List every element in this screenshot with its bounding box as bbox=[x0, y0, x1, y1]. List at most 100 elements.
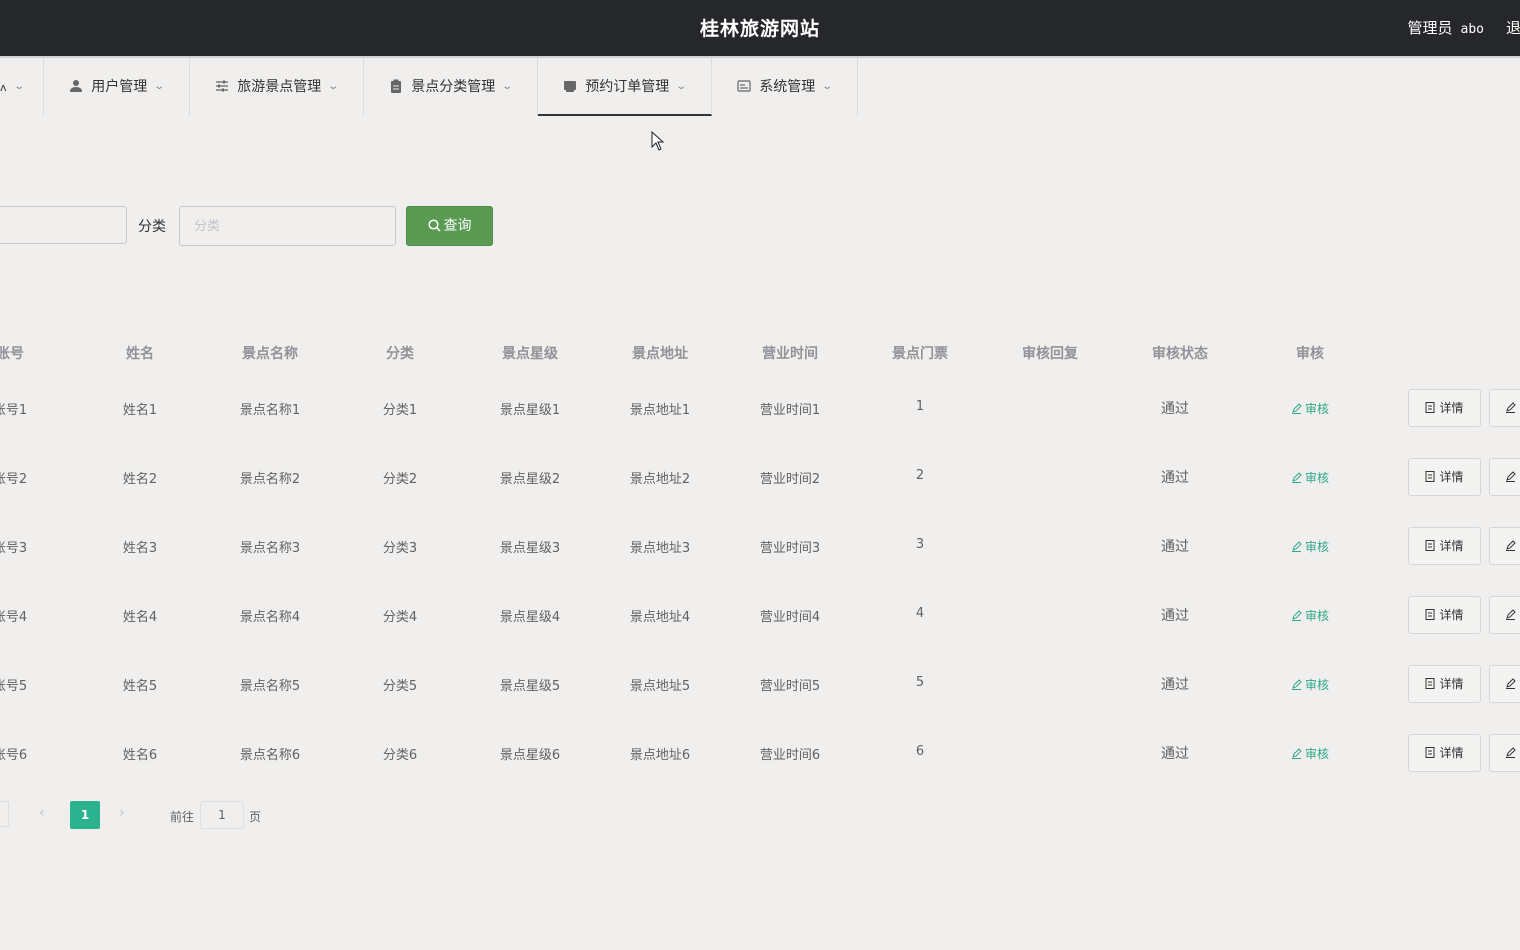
review-label: 审核 bbox=[1304, 678, 1329, 692]
table-row: 账号6 姓名6 景点名称6 分类6 景点星级6 景点地址6 营业时间6 6 通过 审核 详情 bbox=[0, 734, 1520, 803]
review-label: 审核 bbox=[1304, 540, 1329, 554]
edit-icon bbox=[1506, 609, 1516, 620]
review-link[interactable]: 审核 bbox=[1245, 745, 1375, 762]
detail-label: 详情 bbox=[1439, 608, 1464, 622]
cell-name: 姓名5 bbox=[122, 679, 158, 694]
edit-icon bbox=[1506, 471, 1516, 482]
cell-ticket: 3 bbox=[915, 537, 925, 552]
logout-link[interactable]: 退出 bbox=[1506, 17, 1520, 38]
cell-account: 账号5 bbox=[0, 679, 28, 694]
menu-label: 系统管理 bbox=[759, 79, 816, 95]
menu-label: 景点分类管理 bbox=[411, 79, 496, 95]
user-role: 管理员 bbox=[1407, 19, 1453, 37]
category-search-input[interactable] bbox=[179, 206, 396, 246]
cell-category: 分类1 bbox=[382, 403, 418, 418]
order-icon bbox=[564, 81, 577, 92]
review-link[interactable]: 审核 bbox=[1245, 400, 1375, 417]
edit-button[interactable] bbox=[1489, 596, 1520, 634]
category-label: 分类 bbox=[138, 219, 166, 235]
col-header-hours: 营业时间 bbox=[762, 346, 818, 362]
user-icon bbox=[70, 80, 83, 92]
detail-button[interactable]: 详情 bbox=[1408, 596, 1481, 634]
menu-item-system-management[interactable]: 系统管理 ⌄ bbox=[712, 58, 858, 116]
mouse-cursor-icon bbox=[651, 131, 665, 151]
sliders-icon bbox=[216, 80, 229, 92]
detail-button[interactable]: 详情 bbox=[1408, 527, 1481, 565]
page-number-current[interactable]: 1 bbox=[70, 801, 100, 829]
detail-button[interactable]: 详情 bbox=[1408, 665, 1481, 703]
menu-item-order-management[interactable]: 预约订单管理 ⌄ bbox=[538, 58, 712, 116]
edit-button[interactable] bbox=[1489, 458, 1520, 496]
menu-item-category-management[interactable]: 景点分类管理 ⌄ bbox=[364, 58, 538, 116]
prev-page-icon[interactable]: ‹ bbox=[39, 805, 45, 821]
review-label: 审核 bbox=[1304, 609, 1329, 623]
cell-name: 姓名1 bbox=[122, 403, 158, 418]
clipboard-icon bbox=[391, 79, 402, 93]
cell-ticket: 5 bbox=[915, 675, 925, 690]
cell-account: 账号1 bbox=[0, 403, 28, 418]
cell-category: 分类6 bbox=[382, 748, 418, 763]
cell-spot-name: 景点名称4 bbox=[239, 610, 301, 625]
chevron-down-icon: ⌄ bbox=[153, 81, 166, 92]
cell-star: 景点星级2 bbox=[499, 472, 561, 487]
edit-icon bbox=[1291, 610, 1302, 621]
menu-item-spot-management[interactable]: 旅游景点管理 ⌄ bbox=[190, 58, 364, 116]
cell-star: 景点星级4 bbox=[499, 610, 561, 625]
edit-icon bbox=[1291, 403, 1302, 414]
edit-button[interactable] bbox=[1489, 734, 1520, 772]
col-header-name: 姓名 bbox=[126, 346, 154, 362]
account-search-input[interactable] bbox=[0, 206, 127, 244]
cell-address: 景点地址4 bbox=[629, 610, 691, 625]
cell-hours: 营业时间1 bbox=[759, 403, 821, 418]
goto-label: 前往 bbox=[170, 810, 195, 824]
table-row: 账号1 姓名1 景点名称1 分类1 景点星级1 景点地址1 营业时间1 1 通过 审核 详情 bbox=[0, 389, 1520, 458]
detail-label: 详情 bbox=[1439, 470, 1464, 484]
menu-item-user-management[interactable]: 用户管理 ⌄ bbox=[44, 58, 190, 116]
detail-button[interactable]: 详情 bbox=[1408, 734, 1481, 772]
cell-spot-name: 景点名称6 bbox=[239, 748, 301, 763]
edit-icon bbox=[1506, 678, 1516, 689]
document-icon bbox=[1425, 540, 1435, 551]
detail-button[interactable]: 详情 bbox=[1408, 458, 1481, 496]
document-icon bbox=[1425, 402, 1435, 413]
cell-account: 账号3 bbox=[0, 541, 28, 556]
edit-button[interactable] bbox=[1489, 389, 1520, 427]
review-link[interactable]: 审核 bbox=[1245, 676, 1375, 693]
col-header-account: 账号 bbox=[0, 346, 24, 362]
cell-star: 景点星级1 bbox=[499, 403, 561, 418]
cell-address: 景点地址6 bbox=[629, 748, 691, 763]
cell-address: 景点地址3 bbox=[629, 541, 691, 556]
review-link[interactable]: 审核 bbox=[1245, 607, 1375, 624]
page-size-select[interactable] bbox=[0, 801, 9, 827]
chevron-down-icon: ⌄ bbox=[501, 81, 514, 92]
cell-ticket: 4 bbox=[915, 606, 925, 621]
cell-name: 姓名3 bbox=[122, 541, 158, 556]
cell-spot-name: 景点名称1 bbox=[239, 403, 301, 418]
cell-category: 分类4 bbox=[382, 610, 418, 625]
cell-address: 景点地址1 bbox=[629, 403, 691, 418]
col-header-ticket: 景点门票 bbox=[892, 346, 948, 362]
edit-button[interactable] bbox=[1489, 527, 1520, 565]
cell-status: 通过 bbox=[1161, 470, 1189, 486]
detail-label: 详情 bbox=[1439, 746, 1464, 760]
next-page-icon[interactable]: › bbox=[119, 805, 125, 821]
cell-account: 账号2 bbox=[0, 472, 28, 487]
col-header-review: 审核 bbox=[1296, 346, 1324, 362]
query-button[interactable]: 查询 bbox=[406, 206, 493, 246]
edit-icon bbox=[1506, 402, 1516, 413]
edit-button[interactable] bbox=[1489, 665, 1520, 703]
edit-icon bbox=[1291, 679, 1302, 690]
cell-status: 通过 bbox=[1161, 401, 1189, 417]
detail-button[interactable]: 详情 bbox=[1408, 389, 1481, 427]
menu-item-truncated[interactable]: ᴧ ⌄ bbox=[0, 58, 44, 116]
user-area: 管理员 abo 退出 bbox=[1408, 17, 1520, 38]
cell-account: 账号4 bbox=[0, 610, 28, 625]
site-title: 桂林旅游网站 bbox=[699, 18, 820, 40]
cell-ticket: 1 bbox=[915, 399, 925, 414]
cell-address: 景点地址2 bbox=[629, 472, 691, 487]
col-header-reply: 审核回复 bbox=[1022, 346, 1078, 362]
review-link[interactable]: 审核 bbox=[1245, 538, 1375, 555]
cell-name: 姓名6 bbox=[122, 748, 158, 763]
goto-page-input[interactable]: 1 bbox=[200, 801, 244, 829]
review-link[interactable]: 审核 bbox=[1245, 469, 1375, 486]
